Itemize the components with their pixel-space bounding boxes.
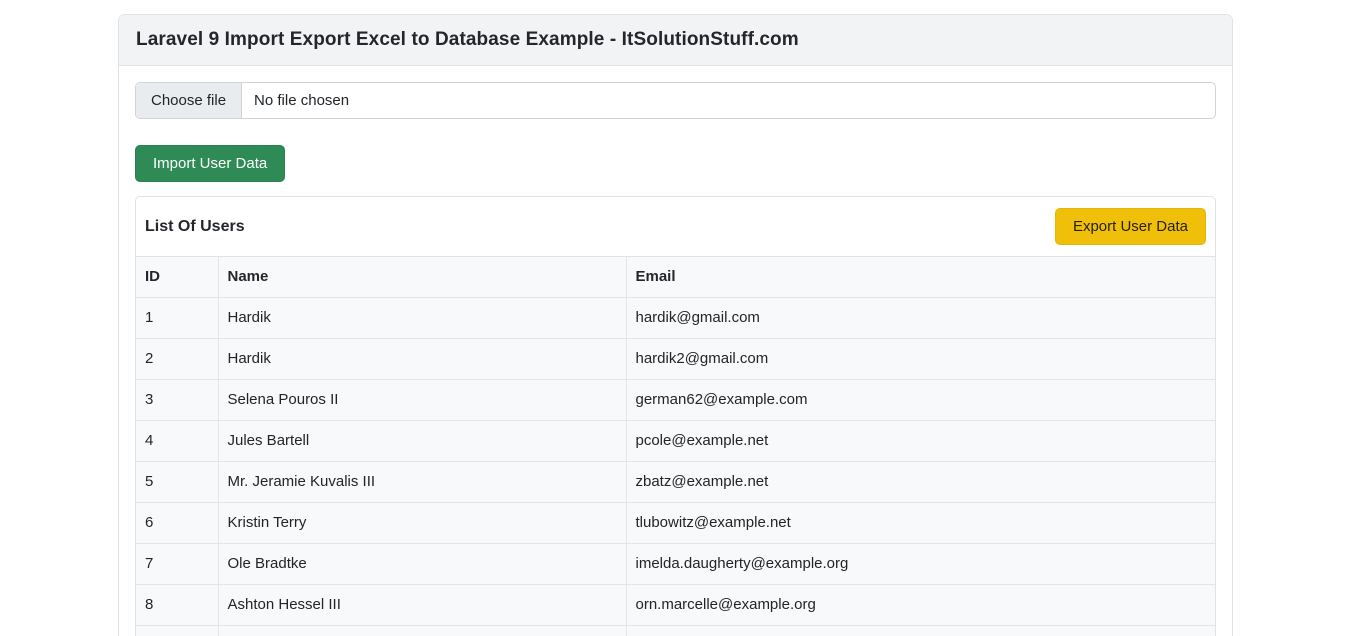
cell-email: zbatz@example.net <box>626 462 1215 503</box>
import-user-data-button[interactable]: Import User Data <box>135 145 285 182</box>
users-table: ID Name Email 1Hardikhardik@gmail.com2Ha… <box>136 256 1215 636</box>
cell-id: 8 <box>136 585 218 626</box>
cell-email: hardik2@gmail.com <box>626 339 1215 380</box>
users-card-heading: List Of Users <box>145 218 245 236</box>
cell-name: Hardik <box>218 298 626 339</box>
table-row: 1Hardikhardik@gmail.com <box>136 298 1215 339</box>
export-user-data-button[interactable]: Export User Data <box>1055 208 1206 245</box>
main-card: Laravel 9 Import Export Excel to Databas… <box>118 14 1233 636</box>
column-header-email: Email <box>626 257 1215 298</box>
cell-name: Hardik <box>218 339 626 380</box>
table-row-partial <box>136 626 1215 636</box>
file-chosen-status: No file chosen <box>242 83 361 118</box>
cell-id: 5 <box>136 462 218 503</box>
table-header-row: ID Name Email <box>136 257 1215 298</box>
cell-name: Ole Bradtke <box>218 544 626 585</box>
cell-empty <box>136 626 218 636</box>
table-row: 4Jules Bartellpcole@example.net <box>136 421 1215 462</box>
table-row: 2Hardikhardik2@gmail.com <box>136 339 1215 380</box>
users-card-header: List Of Users Export User Data <box>136 197 1215 256</box>
cell-name: Ashton Hessel III <box>218 585 626 626</box>
cell-id: 6 <box>136 503 218 544</box>
cell-email: tlubowitz@example.net <box>626 503 1215 544</box>
cell-email: pcole@example.net <box>626 421 1215 462</box>
users-card: List Of Users Export User Data ID Name E… <box>135 196 1216 636</box>
cell-email: orn.marcelle@example.org <box>626 585 1215 626</box>
cell-id: 1 <box>136 298 218 339</box>
column-header-name: Name <box>218 257 626 298</box>
page-title: Laravel 9 Import Export Excel to Databas… <box>119 15 1232 66</box>
cell-id: 2 <box>136 339 218 380</box>
table-row: 5Mr. Jeramie Kuvalis IIIzbatz@example.ne… <box>136 462 1215 503</box>
cell-name: Selena Pouros II <box>218 380 626 421</box>
choose-file-button[interactable]: Choose file <box>136 83 242 118</box>
cell-name: Jules Bartell <box>218 421 626 462</box>
cell-name: Kristin Terry <box>218 503 626 544</box>
table-row: 7Ole Bradtkeimelda.daugherty@example.org <box>136 544 1215 585</box>
table-row: 6Kristin Terrytlubowitz@example.net <box>136 503 1215 544</box>
cell-email: hardik@gmail.com <box>626 298 1215 339</box>
cell-empty <box>626 626 1215 636</box>
cell-name: Mr. Jeramie Kuvalis III <box>218 462 626 503</box>
cell-id: 4 <box>136 421 218 462</box>
cell-email: imelda.daugherty@example.org <box>626 544 1215 585</box>
main-card-body: Choose file No file chosen Import User D… <box>119 66 1232 636</box>
column-header-id: ID <box>136 257 218 298</box>
cell-empty <box>218 626 626 636</box>
cell-id: 7 <box>136 544 218 585</box>
cell-email: german62@example.com <box>626 380 1215 421</box>
table-row: 8Ashton Hessel IIIorn.marcelle@example.o… <box>136 585 1215 626</box>
table-row: 3Selena Pouros IIgerman62@example.com <box>136 380 1215 421</box>
file-upload-input[interactable]: Choose file No file chosen <box>135 82 1216 119</box>
users-table-body: 1Hardikhardik@gmail.com2Hardikhardik2@gm… <box>136 298 1215 636</box>
cell-id: 3 <box>136 380 218 421</box>
